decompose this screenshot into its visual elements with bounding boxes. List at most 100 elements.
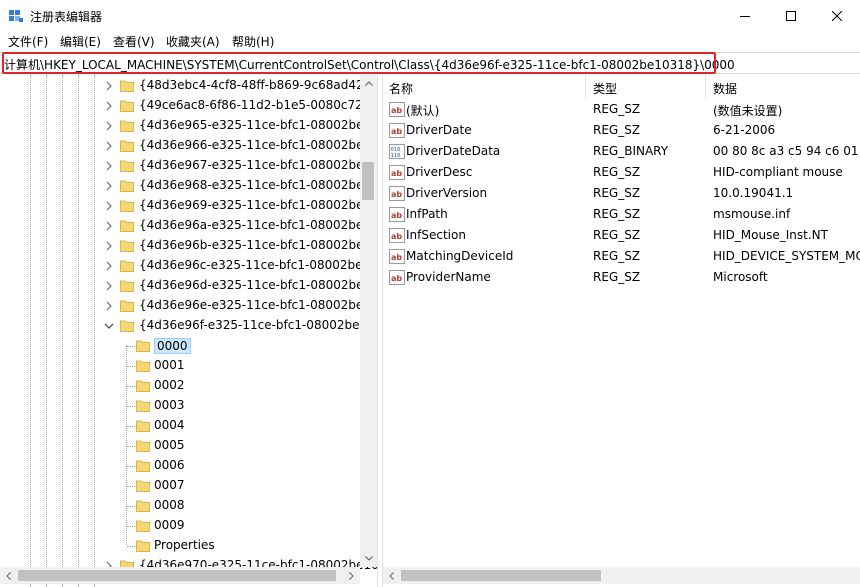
tree-node-class[interactable]: {4d36e96c-e325-11ce-bfc1-08002be10 [0, 256, 377, 276]
tree-node-class-expanded[interactable]: {4d36e96f-e325-11ce-bfc1-08002be10 [0, 316, 375, 336]
tree-node-label[interactable]: 0003 [154, 398, 185, 412]
tree-node-label[interactable]: {4d36e968-e325-11ce-bfc1-08002be10 [139, 178, 377, 192]
tree-node-class[interactable]: {4d36e969-e325-11ce-bfc1-08002be10 [0, 196, 377, 216]
title-bar[interactable]: 注册表编辑器 [0, 0, 860, 31]
chevron-right-icon[interactable] [103, 219, 115, 233]
close-button[interactable] [814, 0, 860, 31]
tree-node-label[interactable]: 0002 [154, 378, 185, 392]
tree-node-child[interactable]: 0005 [0, 436, 362, 456]
registry-value-row[interactable]: ab ProviderName REG_SZ Microsoft [383, 267, 860, 288]
tree-node-label[interactable]: 0007 [154, 478, 185, 492]
tree-node-label[interactable]: {4d36e966-e325-11ce-bfc1-08002be10 [139, 138, 377, 152]
menu-help[interactable]: 帮助(H) [232, 33, 274, 50]
key-tree-pane[interactable]: {48d3ebc4-4cf8-48ff-b869-9c68ad42eb {49ce… [0, 75, 377, 587]
registry-value-row[interactable]: ab InfSection REG_SZ HID_Mouse_Inst.NT [383, 225, 860, 246]
tree-node-child[interactable]: 0009 [0, 516, 362, 536]
tree-node-label[interactable]: 0000 [154, 338, 191, 354]
tree-node-child[interactable]: 0002 [0, 376, 362, 396]
folder-icon [120, 140, 134, 152]
tree-node-child[interactable]: 0008 [0, 496, 362, 516]
tree-node-selected[interactable]: 0000 [0, 336, 362, 356]
column-header-data[interactable]: 数据 [706, 75, 860, 99]
menu-edit[interactable]: 编辑(E) [60, 33, 101, 50]
tree-node-label[interactable]: {4d36e96f-e325-11ce-bfc1-08002be10 [139, 318, 375, 332]
tree-vertical-scroll-thumb[interactable] [362, 162, 374, 200]
registry-value-row[interactable]: ab DriverDate REG_SZ 6-21-2006 [383, 120, 860, 141]
tree-node-label[interactable]: {4d36e965-e325-11ce-bfc1-08002be10 [139, 118, 377, 132]
registry-value-row[interactable]: 010 110 DriverDateData REG_BINARY 00 80 8c a… [383, 141, 860, 162]
chevron-right-icon[interactable] [103, 159, 115, 173]
registry-value-row[interactable]: ab MatchingDeviceId REG_SZ HID_DEVICE_SYSTE… [383, 246, 860, 267]
tree-node-class[interactable]: {4d36e967-e325-11ce-bfc1-08002be10 [0, 156, 377, 176]
tree-node-label[interactable]: 0006 [154, 458, 185, 472]
tree-node-label[interactable]: 0001 [154, 358, 185, 372]
tree-node-class[interactable]: {4d36e96a-e325-11ce-bfc1-08002be10 [0, 216, 377, 236]
svg-text:110: 110 [391, 153, 401, 159]
tree-node-child[interactable]: 0004 [0, 416, 362, 436]
chevron-right-icon[interactable] [103, 79, 115, 93]
column-header-name[interactable]: 名称 [383, 75, 586, 99]
tree-node-label[interactable]: {4d36e96e-e325-11ce-bfc1-08002be10 [139, 298, 377, 312]
tree-node-label[interactable]: {4d36e96a-e325-11ce-bfc1-08002be10 [139, 218, 377, 232]
tree-node-label[interactable]: {4d36e967-e325-11ce-bfc1-08002be10 [139, 158, 377, 172]
tree-node-child[interactable]: 0007 [0, 476, 362, 496]
tree-node-label[interactable]: Properties [154, 538, 215, 552]
tree-node-child[interactable]: Properties [0, 536, 362, 556]
tree-node-label[interactable]: 0009 [154, 518, 185, 532]
address-bar[interactable]: 计算机\HKEY_LOCAL_MACHINE\SYSTEM\CurrentCon… [0, 52, 860, 74]
tree-node-label[interactable]: {4d36e96c-e325-11ce-bfc1-08002be10 [139, 258, 377, 272]
tree-node-label[interactable]: {4d36e969-e325-11ce-bfc1-08002be10 [139, 198, 377, 212]
tree-node-class[interactable]: {4d36e965-e325-11ce-bfc1-08002be10 [0, 116, 377, 136]
tree-node-class[interactable]: {4d36e96e-e325-11ce-bfc1-08002be10 [0, 296, 377, 316]
address-path[interactable]: 计算机\HKEY_LOCAL_MACHINE\SYSTEM\CurrentCon… [4, 56, 735, 73]
tree-node-class[interactable]: {48d3ebc4-4cf8-48ff-b869-9c68ad42eb [0, 76, 377, 96]
tree-node-class[interactable]: {4d36e968-e325-11ce-bfc1-08002be10 [0, 176, 377, 196]
registry-value-row[interactable]: ab InfPath REG_SZ msmouse.inf [383, 204, 860, 225]
value-name: InfSection [406, 228, 466, 242]
tree-node-child[interactable]: 0006 [0, 456, 362, 476]
chevron-right-icon[interactable] [103, 179, 115, 193]
chevron-right-icon[interactable] [103, 239, 115, 253]
tree-node-class[interactable]: {4d36e966-e325-11ce-bfc1-08002be10 [0, 136, 377, 156]
chevron-right-icon[interactable] [103, 299, 115, 313]
tree-node-label[interactable]: {48d3ebc4-4cf8-48ff-b869-9c68ad42eb [139, 78, 377, 92]
scroll-right-button[interactable] [343, 567, 360, 584]
chevron-down-icon[interactable] [103, 319, 115, 333]
menu-favorites[interactable]: 收藏夹(A) [166, 33, 220, 50]
menu-view[interactable]: 查看(V) [113, 33, 155, 50]
tree-node-class[interactable]: {4d36e96b-e325-11ce-bfc1-08002be10 [0, 236, 377, 256]
tree-vertical-scrollbar[interactable] [360, 75, 377, 567]
tree-node-child[interactable]: 0001 [0, 356, 362, 376]
minimize-button[interactable] [722, 0, 768, 31]
tree-node-class[interactable]: {4d36e96d-e325-11ce-bfc1-08002be10 [0, 276, 377, 296]
chevron-right-icon[interactable] [103, 199, 115, 213]
column-header-type[interactable]: 类型 [586, 75, 706, 99]
values-list-pane[interactable]: 名称 类型 数据 ab (默认) REG_SZ (数值未设置) ab DriverDate… [383, 75, 860, 587]
chevron-right-icon[interactable] [103, 279, 115, 293]
tree-node-child[interactable]: 0003 [0, 396, 362, 416]
scroll-up-button[interactable] [360, 75, 377, 92]
tree-node-label[interactable]: {4d36e96b-e325-11ce-bfc1-08002be10 [139, 238, 377, 252]
tree-node-label[interactable]: 0008 [154, 498, 185, 512]
tree-horizontal-scroll-thumb[interactable] [18, 570, 336, 581]
scroll-left-button[interactable] [0, 567, 17, 584]
chevron-right-icon[interactable] [103, 119, 115, 133]
scroll-left-button[interactable] [383, 567, 400, 584]
registry-value-row[interactable]: ab DriverVersion REG_SZ 10.0.19041.1 [383, 183, 860, 204]
value-type: REG_BINARY [593, 144, 669, 158]
chevron-right-icon[interactable] [103, 99, 115, 113]
tree-node-label[interactable]: {49ce6ac8-6f86-11d2-b1e5-0080c72e7 [139, 98, 377, 112]
menu-file[interactable]: 文件(F) [8, 33, 48, 50]
menu-bar: 文件(F) 编辑(E) 查看(V) 收藏夹(A) 帮助(H) [0, 31, 860, 51]
registry-value-row[interactable]: ab (默认) REG_SZ (数值未设置) [383, 99, 860, 120]
tree-node-label[interactable]: 0005 [154, 438, 185, 452]
scroll-down-button[interactable] [360, 550, 377, 567]
chevron-right-icon[interactable] [103, 259, 115, 273]
chevron-right-icon[interactable] [103, 139, 115, 153]
maximize-button[interactable] [768, 0, 814, 31]
tree-node-label[interactable]: 0004 [154, 418, 185, 432]
list-horizontal-scroll-thumb[interactable] [401, 570, 601, 581]
tree-node-label[interactable]: {4d36e96d-e325-11ce-bfc1-08002be10 [139, 278, 377, 292]
tree-node-class[interactable]: {49ce6ac8-6f86-11d2-b1e5-0080c72e7 [0, 96, 377, 116]
registry-value-row[interactable]: ab DriverDesc REG_SZ HID-compliant mouse [383, 162, 860, 183]
